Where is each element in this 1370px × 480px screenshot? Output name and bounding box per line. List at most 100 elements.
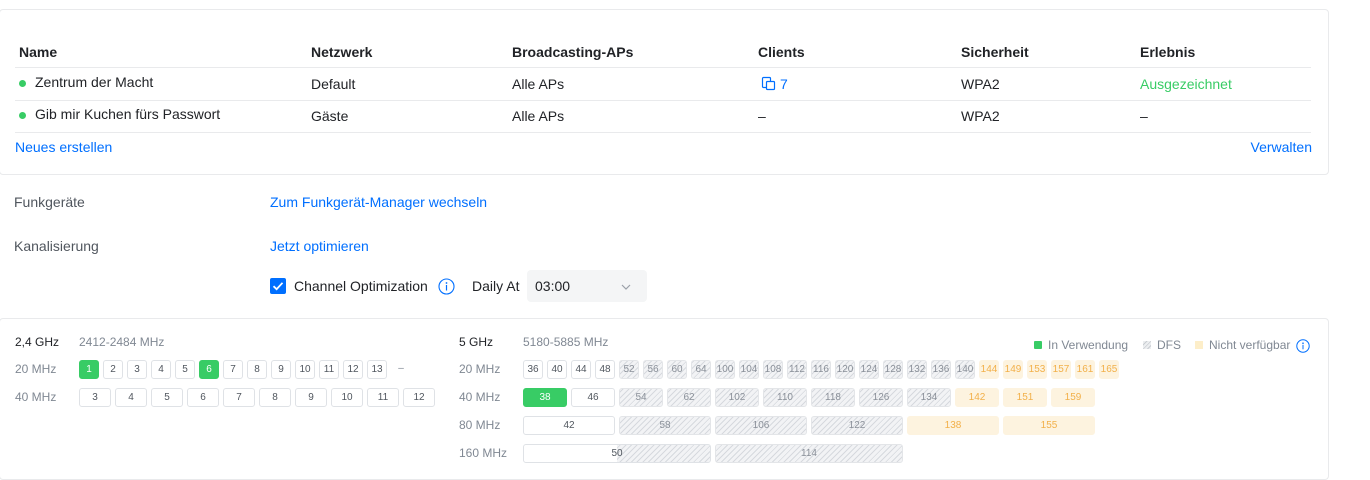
chevron-down-icon <box>621 284 631 290</box>
channel-44[interactable]: 44 <box>571 360 591 379</box>
channel-126[interactable]: 126 <box>859 388 903 407</box>
channel-149[interactable]: 149 <box>1003 360 1023 379</box>
divider <box>15 100 1311 101</box>
channel-13[interactable]: 13 <box>367 360 387 379</box>
channel-8[interactable]: 8 <box>247 360 267 379</box>
channel-116[interactable]: 116 <box>811 360 831 379</box>
channel-165[interactable]: 165 <box>1099 360 1119 379</box>
col-header-aps[interactable]: Broadcasting-APs <box>512 44 633 60</box>
channel-11[interactable]: 11 <box>367 388 399 407</box>
channel-64[interactable]: 64 <box>691 360 711 379</box>
channel-56[interactable]: 56 <box>643 360 663 379</box>
channel-38[interactable]: 38 <box>523 388 567 407</box>
channel-136[interactable]: 136 <box>931 360 951 379</box>
channel-100[interactable]: 100 <box>715 360 735 379</box>
col-header-security[interactable]: Sicherheit <box>961 44 1029 60</box>
channel-114[interactable]: 114 <box>715 444 903 463</box>
channel-1[interactable]: 1 <box>79 360 99 379</box>
channel-10[interactable]: 10 <box>295 360 315 379</box>
channel-122[interactable]: 122 <box>811 416 903 435</box>
legend-in-use-label: In Verwendung <box>1048 338 1129 352</box>
channel-12[interactable]: 12 <box>403 388 435 407</box>
col-header-experience[interactable]: Erlebnis <box>1140 44 1195 60</box>
channel-108[interactable]: 108 <box>763 360 783 379</box>
band-24-range: 2412-2484 MHz <box>79 335 165 349</box>
channel-6[interactable]: 6 <box>187 388 219 407</box>
channel-157[interactable]: 157 <box>1051 360 1071 379</box>
channel-155[interactable]: 155 <box>1003 416 1095 435</box>
channel-102[interactable]: 102 <box>715 388 759 407</box>
clients-count: 7 <box>780 76 788 92</box>
channel-5[interactable]: 5 <box>175 360 195 379</box>
channel-7[interactable]: 7 <box>223 360 243 379</box>
channel-124[interactable]: 124 <box>859 360 879 379</box>
channel-153[interactable]: 153 <box>1027 360 1047 379</box>
channel-134[interactable]: 134 <box>907 388 951 407</box>
channel-2[interactable]: 2 <box>103 360 123 379</box>
info-icon[interactable] <box>1296 339 1310 353</box>
col-header-clients[interactable]: Clients <box>758 44 805 60</box>
channel-12[interactable]: 12 <box>343 360 363 379</box>
channel-5[interactable]: 5 <box>151 388 183 407</box>
manage-link[interactable]: Verwalten <box>1251 139 1312 155</box>
channel-138[interactable]: 138 <box>907 416 999 435</box>
row-clients-link[interactable]: 7 <box>761 76 788 92</box>
row-security: WPA2 <box>961 108 1000 124</box>
channel-62[interactable]: 62 <box>667 388 711 407</box>
channel-optimization-label[interactable]: Channel Optimization <box>294 278 428 294</box>
channel-42[interactable]: 42 <box>523 416 615 435</box>
channel-52[interactable]: 52 <box>619 360 639 379</box>
channel-dash[interactable]: – <box>391 360 411 379</box>
channel-151[interactable]: 151 <box>1003 388 1047 407</box>
channel-48[interactable]: 48 <box>595 360 615 379</box>
legend-dfs-label: DFS <box>1157 338 1181 352</box>
info-icon[interactable] <box>438 278 455 295</box>
row-name: Gib mir Kuchen fürs Passwort <box>35 106 221 122</box>
divider <box>15 132 1311 133</box>
channel-9[interactable]: 9 <box>271 360 291 379</box>
optimize-now-link[interactable]: Jetzt optimieren <box>270 238 369 254</box>
channel-104[interactable]: 104 <box>739 360 759 379</box>
channel-144[interactable]: 144 <box>979 360 999 379</box>
band-5-name: 5 GHz <box>459 335 494 349</box>
channel-128[interactable]: 128 <box>883 360 903 379</box>
radio-manager-link[interactable]: Zum Funkgerät-Manager wechseln <box>270 194 487 210</box>
col-header-name[interactable]: Name <box>19 44 57 60</box>
channel-3[interactable]: 3 <box>79 388 111 407</box>
channel-36[interactable]: 36 <box>523 360 543 379</box>
channel-6[interactable]: 6 <box>199 360 219 379</box>
channel-140[interactable]: 140 <box>955 360 975 379</box>
status-dot <box>19 112 26 119</box>
channel-118[interactable]: 118 <box>811 388 855 407</box>
channel-8[interactable]: 8 <box>259 388 291 407</box>
channel-optimization-checkbox[interactable] <box>270 278 286 294</box>
channel-60[interactable]: 60 <box>667 360 687 379</box>
row-aps: Alle APs <box>512 108 565 124</box>
row-experience: – <box>1140 108 1148 124</box>
channel-132[interactable]: 132 <box>907 360 927 379</box>
channel-10[interactable]: 10 <box>331 388 363 407</box>
channel-54[interactable]: 54 <box>619 388 663 407</box>
channel-110[interactable]: 110 <box>763 388 807 407</box>
channel-3[interactable]: 3 <box>127 360 147 379</box>
channel-11[interactable]: 11 <box>319 360 339 379</box>
channel-161[interactable]: 161 <box>1075 360 1095 379</box>
channel-50[interactable]: 50 <box>523 444 711 463</box>
channel-159[interactable]: 159 <box>1051 388 1095 407</box>
channel-9[interactable]: 9 <box>295 388 327 407</box>
channel-120[interactable]: 120 <box>835 360 855 379</box>
channel-7[interactable]: 7 <box>223 388 255 407</box>
channel-142[interactable]: 142 <box>955 388 999 407</box>
channelization-label: Kanalisierung <box>14 238 99 254</box>
channel-112[interactable]: 112 <box>787 360 807 379</box>
band-5-40mhz-label: 40 MHz <box>459 390 501 404</box>
channel-58[interactable]: 58 <box>619 416 711 435</box>
time-select[interactable]: 03:00 <box>527 270 647 302</box>
channel-106[interactable]: 106 <box>715 416 807 435</box>
channel-4[interactable]: 4 <box>115 388 147 407</box>
channel-40[interactable]: 40 <box>547 360 567 379</box>
channel-4[interactable]: 4 <box>151 360 171 379</box>
col-header-network[interactable]: Netzwerk <box>311 44 372 60</box>
create-new-link[interactable]: Neues erstellen <box>15 139 112 155</box>
channel-46[interactable]: 46 <box>571 388 615 407</box>
